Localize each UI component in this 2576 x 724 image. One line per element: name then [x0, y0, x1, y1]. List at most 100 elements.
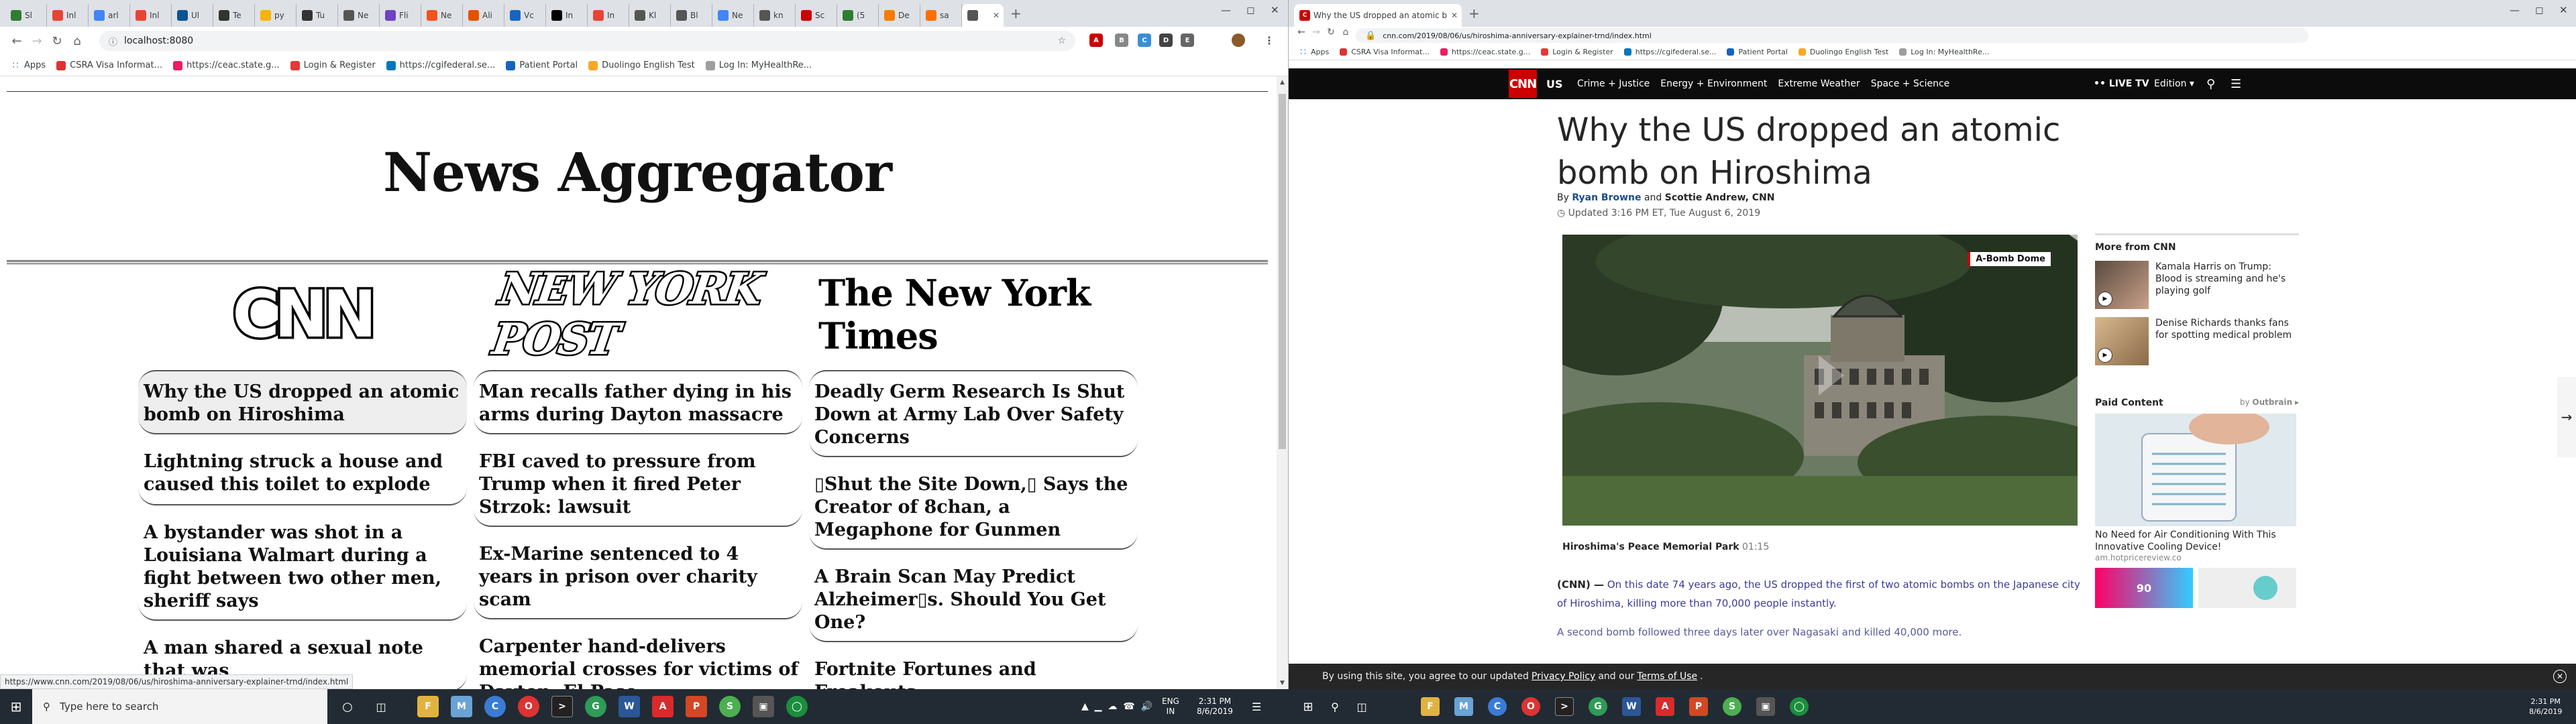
headline-card[interactable]: Lightning struck a house and caused this…: [138, 441, 467, 505]
cnn-badge-logo[interactable]: CNN: [1509, 70, 1537, 98]
bookmark-6[interactable]: Duolingo English Test: [588, 60, 695, 70]
reload-button[interactable]: ↻: [47, 34, 67, 48]
opera-icon[interactable]: O: [518, 696, 539, 717]
headline-card[interactable]: Ex-Marine sentenced to 4 years in prison…: [474, 534, 802, 619]
clock[interactable]: 2:31 PM 8/6/2019: [1197, 689, 1233, 724]
bookmark-2[interactable]: https://ceac.state.g...: [172, 60, 280, 70]
close-window-button[interactable]: ✕: [1271, 4, 1279, 16]
photos-icon[interactable]: ▣: [753, 696, 774, 717]
bookmark-1[interactable]: CSRA Visa Informat...: [1340, 48, 1430, 56]
home-button[interactable]: ⌂: [1336, 27, 1356, 38]
nypost-logo[interactable]: NEW YORK POST: [488, 263, 778, 367]
search-icon-2[interactable]: ⚲: [1322, 689, 1348, 724]
search-icon[interactable]: ⚲: [2206, 68, 2215, 99]
nav-item-2[interactable]: Extreme Weather: [1778, 78, 1860, 89]
bookmark-2[interactable]: https://ceac.state.g...: [1440, 48, 1530, 56]
minimize-button[interactable]: —: [2510, 4, 2520, 16]
home-button[interactable]: ⌂: [67, 34, 87, 48]
tab-8[interactable]: Ne: [338, 4, 380, 27]
word-icon[interactable]: W: [619, 696, 640, 717]
tab-3[interactable]: Inl: [130, 4, 172, 27]
extension-icon-2[interactable]: B: [1115, 34, 1128, 47]
task-view-icon[interactable]: ◫: [366, 689, 396, 724]
bookmark-7[interactable]: Log In: MyHealthRe...: [1899, 48, 1989, 56]
acrobat-icon[interactable]: A: [652, 696, 674, 717]
tab-11[interactable]: Ali: [463, 4, 504, 27]
more-item-2[interactable]: ▶ Denise Richards thanks fans for spotti…: [2095, 317, 2299, 365]
tab-14[interactable]: In: [588, 4, 629, 27]
nav-section-us[interactable]: US: [1546, 68, 1563, 99]
tab-10[interactable]: Ne: [421, 4, 463, 27]
ad-image-cooler[interactable]: [2095, 414, 2296, 526]
file-explorer-icon-2[interactable]: F: [1421, 697, 1440, 716]
lock-icon[interactable]: 🔒: [1365, 31, 1376, 41]
windows-start-icon-2[interactable]: ⊞: [1295, 689, 1322, 724]
tab-16[interactable]: Bl: [671, 4, 712, 27]
tab-4[interactable]: Ul: [172, 4, 213, 27]
nav-edition[interactable]: Edition ▾: [2154, 68, 2194, 99]
maximize-button[interactable]: ◻: [2535, 4, 2543, 16]
app-icon-green[interactable]: G: [585, 696, 606, 717]
headline-card[interactable]: Carpenter hand-delivers memorial crosses…: [474, 626, 802, 689]
bookmark-3[interactable]: Login & Register: [1541, 48, 1613, 56]
scroll-up-arrow[interactable]: ▲: [1277, 79, 1288, 86]
bookmark-1[interactable]: CSRA Visa Informat...: [56, 60, 162, 70]
clock-2[interactable]: 2:31 PM 8/6/2019: [2529, 689, 2562, 724]
bookmark-7[interactable]: Log In: MyHealthRe...: [705, 60, 812, 70]
headline-card[interactable]: Man recalls father dying in his arms dur…: [474, 370, 802, 434]
hamburger-menu-icon[interactable]: ☰: [2231, 68, 2241, 99]
tab-15[interactable]: Kl: [629, 4, 671, 27]
tab-17[interactable]: Ne: [712, 4, 754, 27]
ad-thumb-2[interactable]: 90: [2095, 568, 2193, 608]
photos-icon-2[interactable]: ▣: [1756, 697, 1775, 716]
chrome-icon-2[interactable]: C: [1488, 697, 1507, 716]
minimize-button[interactable]: —: [1221, 4, 1231, 16]
extension-icon-1[interactable]: A: [1089, 34, 1103, 47]
privacy-policy-link[interactable]: Privacy Policy: [1532, 671, 1595, 682]
profile-avatar[interactable]: [1232, 34, 1245, 47]
tab-5[interactable]: Te: [213, 4, 255, 27]
taskbar-search-box[interactable]: ⚲ Type here to search: [32, 689, 327, 724]
powerpoint-icon[interactable]: P: [686, 696, 707, 717]
tab-9[interactable]: Fli: [380, 4, 421, 27]
extension-icon-4[interactable]: D: [1159, 34, 1173, 47]
mail-icon[interactable]: M: [451, 696, 472, 717]
next-article-arrow[interactable]: →: [2557, 377, 2576, 457]
extension-icon-3[interactable]: C: [1138, 34, 1151, 47]
terminal-icon-2[interactable]: >: [1555, 697, 1574, 716]
powerpoint-icon-2[interactable]: P: [1689, 697, 1708, 716]
task-view-icon-2[interactable]: ◫: [1348, 689, 1375, 724]
omnibox-right[interactable]: 🔒 cnn.com/2019/08/06/us/hiroshima-annive…: [1356, 28, 2308, 43]
scrollbar-thumb[interactable]: [1279, 94, 1286, 449]
word-icon-2[interactable]: W: [1622, 697, 1641, 716]
bookmark-5[interactable]: Patient Portal: [506, 60, 578, 70]
video-player[interactable]: A-Bomb Dome: [1562, 235, 2078, 526]
headline-card[interactable]: A bystander was shot in a Louisiana Walm…: [138, 512, 467, 621]
back-button[interactable]: ←: [7, 34, 27, 48]
tab-2[interactable]: arl: [89, 4, 130, 27]
headline-card[interactable]: Fortnite Fortunes and Freakouts:: [809, 649, 1138, 689]
vertical-scrollbar[interactable]: ▲ ▼: [1277, 76, 1288, 689]
nav-item-0[interactable]: Crime + Justice: [1577, 78, 1650, 89]
headline-card[interactable]: A Brain Scan May Predict Alzheimer▯s. Sh…: [809, 556, 1138, 642]
tray-icons-left[interactable]: ▲ ▁ ☁ ☎ 🔊: [1081, 689, 1152, 724]
close-tab-icon[interactable]: ✕: [993, 11, 1000, 20]
bookmark-0[interactable]: ∷ Apps: [1299, 47, 1329, 58]
tab-cnn-article[interactable]: C Why the US dropped an atomic b ✕: [1294, 4, 1462, 27]
terminal-icon[interactable]: >: [551, 696, 573, 717]
new-tab-button[interactable]: +: [1010, 5, 1022, 21]
nyt-logo[interactable]: The New York Times: [818, 272, 1127, 357]
tab-19[interactable]: Sc: [796, 4, 837, 27]
chrome-icon[interactable]: C: [484, 696, 506, 717]
file-explorer-icon[interactable]: F: [417, 696, 439, 717]
new-tab-button[interactable]: +: [1468, 5, 1480, 21]
omnibox[interactable]: ⓘ localhost:8080 ☆: [99, 31, 1075, 51]
ad-headline[interactable]: No Need for Air Conditioning With This I…: [2095, 529, 2299, 553]
tab-12[interactable]: Vc: [504, 4, 546, 27]
bookmark-star-icon[interactable]: ☆: [1057, 36, 1066, 46]
bookmark-5[interactable]: Patient Portal: [1727, 48, 1788, 56]
windows-start-icon[interactable]: ⊞: [0, 689, 32, 724]
cnn-logo[interactable]: CNN: [201, 275, 402, 355]
cookie-close-icon[interactable]: ✕: [2553, 670, 2567, 683]
language-indicator[interactable]: ENG IN: [1162, 689, 1179, 724]
